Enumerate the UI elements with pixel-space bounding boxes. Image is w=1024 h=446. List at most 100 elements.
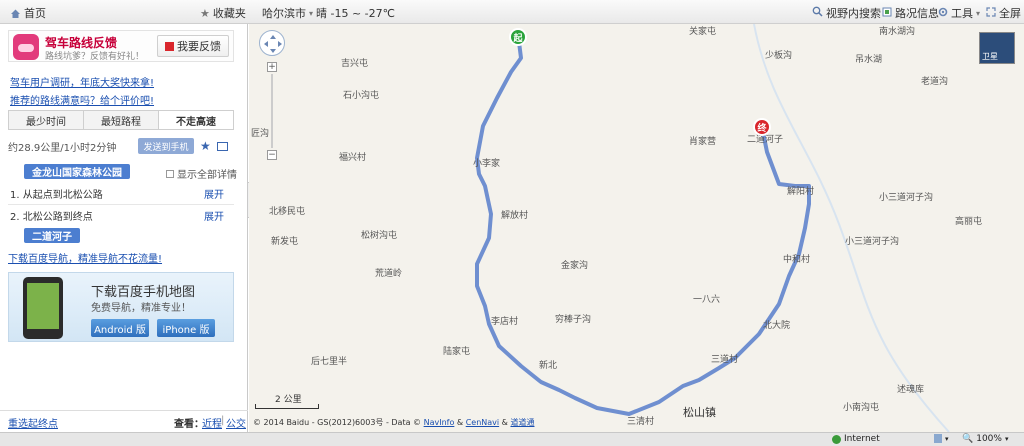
traffic-icon: [882, 7, 892, 20]
view-search-label: 视野内搜索: [826, 7, 881, 20]
map-place-label: 后七里半: [311, 357, 348, 367]
daoda-link[interactable]: 道道通: [510, 418, 534, 427]
zoom-level-label: 100%: [976, 434, 1002, 444]
tab-no-highway[interactable]: 不走高速: [159, 111, 233, 129]
iphone-button[interactable]: iPhone 版: [157, 319, 215, 337]
start-marker[interactable]: 起: [509, 28, 527, 46]
print-icon[interactable]: [216, 141, 228, 151]
route-tabs: 最少时间 最短路程 不走高速: [8, 110, 234, 130]
map-place-label: 一八六: [693, 295, 721, 305]
zoom-out-button[interactable]: −: [267, 150, 277, 160]
map-place-label: 老道沟: [921, 77, 949, 87]
amp-text: &: [501, 418, 508, 427]
shield-icon: [934, 434, 942, 443]
security-zone: Internet: [832, 434, 880, 444]
map-place-label: 三清村: [627, 417, 655, 427]
zoom-slider-track[interactable]: [271, 74, 273, 148]
star-icon: ★: [200, 6, 210, 20]
route-step: 1. 从起点到北松公路 展开: [10, 186, 224, 201]
map-place-label: 小三道河子沟: [845, 237, 900, 247]
map-place-label: 小南沟屯: [843, 403, 880, 413]
ad-subtitle: 免费导航，精准专业！: [91, 303, 191, 314]
satellite-label: 卫星: [982, 52, 998, 61]
feedback-button[interactable]: 我要反馈: [157, 35, 229, 57]
map-place-label: 荒道岭: [375, 269, 403, 279]
zoom-control: + −: [267, 62, 277, 162]
show-all-details[interactable]: 显示全部详情: [166, 166, 237, 181]
expand-link[interactable]: 展开: [204, 186, 224, 201]
map-place-label: 松树沟屯: [361, 231, 398, 241]
phone-image: [23, 277, 63, 339]
traffic-label: 路况信息: [895, 7, 939, 20]
home-link[interactable]: 首页: [10, 5, 46, 21]
map-place-label: 吊水湖: [855, 55, 883, 65]
map-place-label: 小三道河子沟: [879, 193, 934, 203]
feedback-subtitle: 路线坑爹？反馈有好礼！: [45, 52, 145, 62]
navinfo-link[interactable]: NavInfo: [424, 418, 455, 427]
city-selector[interactable]: 哈尔滨市 ▾: [262, 5, 313, 21]
feedback-button-label: 我要反馈: [177, 40, 221, 53]
gear-icon: [938, 7, 948, 20]
chevron-down-icon: ▾: [976, 8, 981, 18]
tab-least-time[interactable]: 最少时间: [9, 111, 84, 129]
send-to-phone-button[interactable]: 发送到手机: [138, 138, 194, 154]
map-place-label: 新北: [539, 361, 558, 371]
edit-icon: [165, 41, 174, 51]
android-button[interactable]: Android 版: [91, 319, 149, 337]
end-place-tag[interactable]: 二道河子: [24, 228, 80, 243]
cennavi-link[interactable]: CenNavi: [466, 418, 499, 427]
map-place-label: 穷棒子沟: [555, 315, 592, 325]
map-place-label: 述魂库: [897, 385, 925, 395]
map-place-label: 新发屯: [271, 237, 299, 247]
weather-label: 晴 -15 ~ -27℃: [316, 7, 395, 20]
start-place-tag[interactable]: 金龙山国家森林公园: [24, 164, 130, 179]
map-place-label: 肖家营: [689, 137, 717, 147]
survey-link[interactable]: 驾车用户调研，年底大奖快来拿!: [10, 74, 154, 89]
magnifier-icon: 🔍: [962, 434, 974, 444]
amp-text: &: [456, 418, 464, 427]
map-canvas[interactable]: 吉兴屯 石小沟屯 福兴村 匠沟 北移民屯 新发屯 松树沟屯 荒道岭 后七里半 陆家屯 李店村 穷棒子沟…: [249, 24, 1024, 432]
show-all-checkbox[interactable]: [166, 169, 174, 178]
pan-control[interactable]: [259, 30, 285, 56]
map-copyright: © 2014 Baidu - GS(2012)6003号 - Data © Na…: [253, 417, 534, 428]
show-all-label: 显示全部详情: [177, 170, 237, 181]
view-search-button[interactable]: 视野内搜索: [812, 5, 881, 21]
protected-mode-icon[interactable]: ▾: [934, 434, 949, 443]
download-nav-link[interactable]: 下载百度导航，精准导航不花流量!: [8, 250, 162, 265]
map-place-label: 三道村: [711, 355, 739, 365]
zoom-level[interactable]: 🔍 100% ▾: [962, 434, 1008, 444]
route-line: [475, 40, 811, 416]
route-panel: 驾车路线反馈 路线坑爹？反馈有好礼！ 我要反馈 驾车用户调研，年底大奖快来拿! …: [0, 24, 248, 432]
city-label: 哈尔滨市: [262, 7, 306, 20]
rate-link[interactable]: 推荐的路线满意吗？给个评价吧!: [10, 92, 154, 107]
feedback-banner: 驾车路线反馈 路线坑爹？反馈有好礼！ 我要反馈: [8, 30, 234, 62]
map-place-label: 李店村: [491, 317, 519, 327]
browser-status-bar: Internet ▾ 🔍 100% ▾: [0, 432, 1024, 446]
map-place-label: 中和村: [783, 255, 811, 265]
tools-label: 工具: [951, 7, 973, 20]
nearby-link[interactable]: 近程: [202, 415, 222, 430]
fullscreen-label: 全屏: [999, 7, 1021, 20]
favorites-link[interactable]: ★ 收藏夹: [200, 5, 246, 21]
fullscreen-icon: [986, 6, 996, 20]
reselect-link[interactable]: 重选起终点: [8, 415, 58, 430]
tab-shortest[interactable]: 最短路程: [84, 111, 159, 129]
map-place-label: 金家沟: [561, 261, 589, 271]
zoom-in-button[interactable]: +: [267, 62, 277, 72]
fullscreen-button[interactable]: 全屏: [986, 5, 1021, 21]
expand-link[interactable]: 展开: [204, 208, 224, 223]
tools-button[interactable]: 工具 ▾: [938, 5, 980, 21]
map-place-label: 关家屯: [689, 27, 717, 37]
river-line: [753, 24, 950, 432]
favorite-star-icon[interactable]: ★: [200, 139, 211, 153]
traffic-button[interactable]: 路况信息: [882, 5, 939, 21]
bus-link[interactable]: 公交: [226, 415, 246, 430]
map-place-label: 小李家: [473, 159, 501, 169]
copyright-text: © 2014 Baidu - GS(2012)6003号 - Data ©: [253, 418, 422, 427]
map-place-label: 北大院: [763, 321, 791, 331]
satellite-toggle[interactable]: 卫星: [979, 32, 1015, 64]
end-marker[interactable]: 终: [753, 118, 771, 136]
map-place-label: 高丽屯: [955, 217, 983, 227]
favorites-label: 收藏夹: [212, 7, 246, 20]
route-summary-row: 约28.9公里/1小时2分钟 发送到手机 ★: [8, 136, 234, 156]
